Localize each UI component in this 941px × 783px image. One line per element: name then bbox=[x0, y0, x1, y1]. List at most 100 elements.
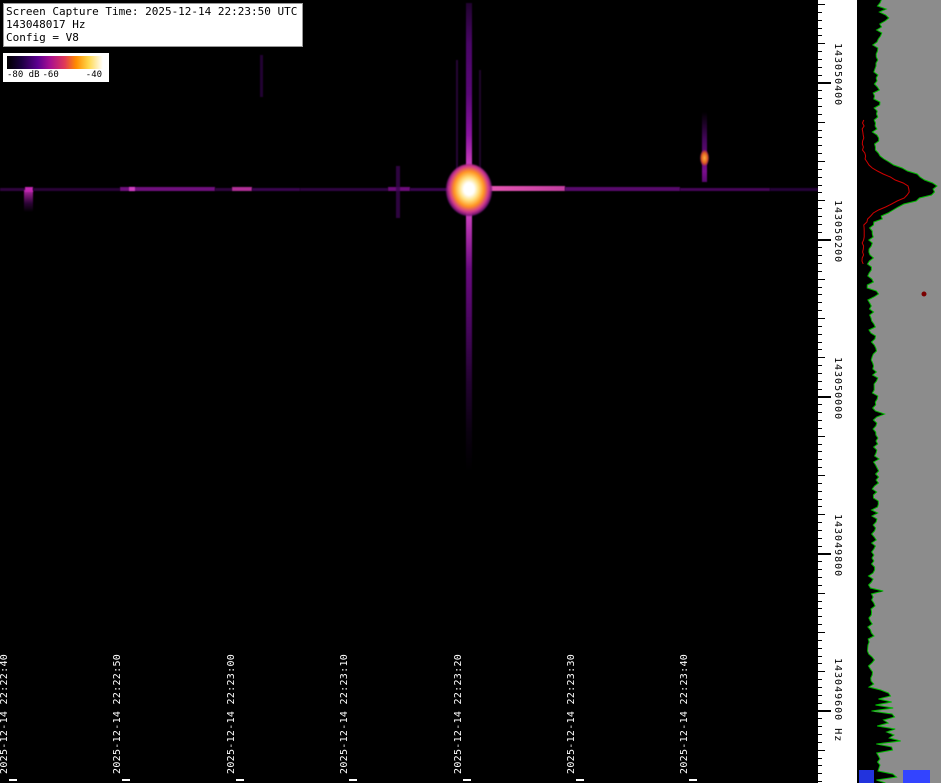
frequency-minor-tick bbox=[818, 624, 822, 625]
frequency-minor-tick bbox=[818, 192, 822, 193]
waterfall-plot: Screen Capture Time: 2025-12-14 22:23:50… bbox=[0, 0, 818, 783]
frequency-minor-tick bbox=[818, 412, 822, 413]
frequency-major-tick bbox=[818, 239, 831, 241]
colorbar-label-60: -60 bbox=[43, 70, 59, 80]
frequency-minor-tick bbox=[818, 522, 822, 523]
time-axis-tick bbox=[9, 779, 17, 781]
frequency-minor-tick bbox=[818, 59, 822, 60]
frequency-minor-tick bbox=[818, 67, 822, 68]
frequency-minor-tick bbox=[818, 177, 822, 178]
time-axis-label: 2025-12-14 22:22:40 bbox=[0, 654, 10, 774]
time-axis-label: 2025-12-14 22:23:30 bbox=[566, 654, 577, 774]
frequency-minor-tick bbox=[818, 373, 822, 374]
frequency-minor-tick bbox=[818, 742, 822, 743]
center-frequency-text: 143048017 Hz bbox=[6, 18, 297, 31]
frequency-minor-tick bbox=[818, 608, 822, 609]
spectrum-graph bbox=[857, 0, 941, 783]
capture-time-text: Screen Capture Time: 2025-12-14 22:23:50… bbox=[6, 5, 297, 18]
echo-dot-2 bbox=[700, 150, 709, 166]
carrier-seg bbox=[215, 188, 232, 191]
frequency-minor-tick bbox=[818, 632, 825, 633]
frequency-minor-tick bbox=[818, 475, 825, 476]
frequency-minor-tick bbox=[818, 224, 822, 225]
frequency-minor-tick bbox=[818, 43, 825, 44]
frequency-major-tick bbox=[818, 710, 831, 712]
frequency-minor-tick bbox=[818, 428, 822, 429]
frequency-minor-tick bbox=[818, 318, 825, 319]
frequency-minor-tick bbox=[818, 703, 822, 704]
frequency-minor-tick bbox=[818, 601, 822, 602]
frequency-minor-tick bbox=[818, 12, 822, 13]
frequency-minor-tick bbox=[818, 656, 822, 657]
time-axis-label: 2025-12-14 22:22:50 bbox=[112, 654, 123, 774]
carrier-seg bbox=[410, 188, 448, 191]
frequency-minor-tick bbox=[818, 695, 822, 696]
frequency-minor-tick bbox=[818, 569, 822, 570]
time-axis-label: 2025-12-14 22:23:10 bbox=[339, 654, 350, 774]
frequency-major-tick bbox=[818, 553, 831, 555]
blue-marker-2 bbox=[903, 770, 930, 783]
frequency-minor-tick bbox=[818, 169, 822, 170]
frequency-minor-tick bbox=[818, 98, 822, 99]
frequency-minor-tick bbox=[818, 153, 822, 154]
carrier-blip-tail bbox=[24, 190, 33, 212]
frequency-minor-tick bbox=[818, 451, 822, 452]
frequency-minor-tick bbox=[818, 546, 822, 547]
frequency-minor-tick bbox=[818, 718, 822, 719]
frequency-minor-tick bbox=[818, 436, 825, 437]
frequency-minor-tick bbox=[818, 263, 822, 264]
faint-streak bbox=[260, 55, 263, 97]
frequency-axis-label: 143050400 bbox=[832, 43, 843, 106]
frequency-minor-tick bbox=[818, 114, 822, 115]
frequency-minor-tick bbox=[818, 326, 822, 327]
frequency-minor-tick bbox=[818, 459, 822, 460]
faint-streak bbox=[396, 166, 400, 218]
frequency-minor-tick bbox=[818, 530, 822, 531]
frequency-minor-tick bbox=[818, 145, 822, 146]
frequency-minor-tick bbox=[818, 122, 825, 123]
doppler-streak-lower bbox=[466, 212, 472, 472]
frequency-minor-tick bbox=[818, 106, 822, 107]
frequency-minor-tick bbox=[818, 781, 822, 782]
frequency-major-tick bbox=[818, 396, 831, 398]
time-axis-tick bbox=[122, 779, 130, 781]
frequency-minor-tick bbox=[818, 679, 822, 680]
frequency-minor-tick bbox=[818, 585, 822, 586]
frequency-minor-tick bbox=[818, 491, 822, 492]
spectrum-panel bbox=[857, 0, 941, 783]
frequency-minor-tick bbox=[818, 593, 825, 594]
time-axis-tick bbox=[236, 779, 244, 781]
frequency-minor-tick bbox=[818, 514, 825, 515]
carrier-blip bbox=[232, 187, 252, 191]
frequency-minor-tick bbox=[818, 538, 822, 539]
frequency-axis-label: 143050000 bbox=[832, 357, 843, 420]
frequency-minor-tick bbox=[818, 404, 822, 405]
frequency-minor-tick bbox=[818, 216, 822, 217]
spectrum-green-trace bbox=[867, 0, 937, 783]
colorbar-labels: -80 dB -60 -40 bbox=[7, 70, 105, 80]
frequency-minor-tick bbox=[818, 765, 822, 766]
time-axis-tick bbox=[689, 779, 697, 781]
doppler-side-streak bbox=[456, 60, 458, 170]
frequency-minor-tick bbox=[818, 28, 822, 29]
frequency-minor-tick bbox=[818, 51, 822, 52]
frequency-minor-tick bbox=[818, 499, 822, 500]
time-axis-tick bbox=[463, 779, 471, 781]
doppler-side-streak bbox=[479, 70, 481, 170]
frequency-minor-tick bbox=[818, 750, 825, 751]
frequency-minor-tick bbox=[818, 287, 822, 288]
frequency-minor-tick bbox=[818, 616, 822, 617]
frequency-minor-tick bbox=[818, 444, 822, 445]
colorbar-label-40: -40 bbox=[86, 70, 102, 80]
frequency-minor-tick bbox=[818, 247, 822, 248]
frequency-minor-tick bbox=[818, 208, 822, 209]
frequency-minor-tick bbox=[818, 506, 822, 507]
frequency-minor-tick bbox=[818, 726, 822, 727]
carrier-seg bbox=[770, 188, 818, 191]
carrier-blip bbox=[129, 187, 135, 191]
frequency-minor-tick bbox=[818, 483, 822, 484]
frequency-minor-tick bbox=[818, 577, 822, 578]
frequency-minor-tick bbox=[818, 357, 825, 358]
frequency-minor-tick bbox=[818, 20, 822, 21]
frequency-minor-tick bbox=[818, 334, 822, 335]
